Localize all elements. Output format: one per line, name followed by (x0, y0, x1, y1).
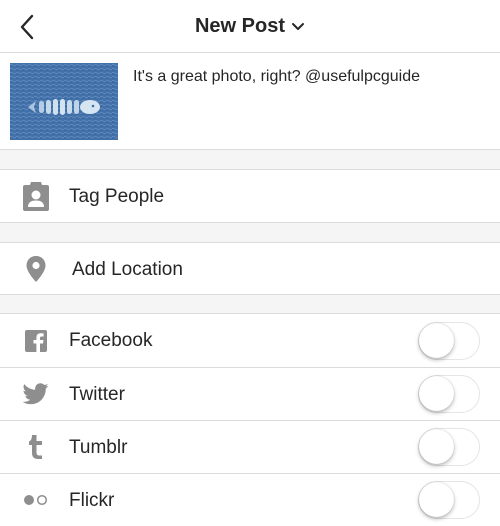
share-row-flickr: Flickr (0, 474, 500, 526)
add-location-row[interactable]: Add Location (0, 243, 500, 294)
toggle-knob (419, 482, 454, 517)
facebook-icon (20, 325, 52, 357)
section-gap (0, 150, 500, 169)
top-bar: New Post (0, 0, 500, 53)
twitter-icon (20, 378, 52, 410)
facebook-label: Facebook (69, 330, 153, 351)
section-gap (0, 223, 500, 242)
add-location-label: Add Location (72, 259, 183, 280)
tag-person-icon (20, 180, 52, 212)
tag-people-row[interactable]: Tag People (0, 170, 500, 222)
tumblr-toggle[interactable] (418, 428, 480, 466)
toggle-knob (419, 429, 454, 464)
section-gap (0, 295, 500, 313)
title-dropdown[interactable]: New Post (0, 0, 500, 53)
location-pin-icon (20, 253, 52, 285)
twitter-label: Twitter (69, 384, 125, 405)
toggle-knob (419, 323, 454, 358)
tag-people-label: Tag People (69, 186, 165, 207)
share-row-twitter: Twitter (0, 368, 500, 420)
post-caption[interactable]: It's a great photo, right? @usefulpcguid… (133, 68, 420, 86)
post-preview: It's a great photo, right? @usefulpcguid… (0, 53, 500, 150)
photo-thumbnail[interactable] (10, 63, 118, 140)
flickr-icon (20, 484, 52, 516)
facebook-toggle[interactable] (418, 322, 480, 360)
share-row-tumblr: Tumblr (0, 421, 500, 473)
twitter-toggle[interactable] (418, 375, 480, 413)
share-row-facebook: Facebook (0, 314, 500, 367)
tumblr-label: Tumblr (69, 437, 128, 458)
tumblr-icon (20, 431, 52, 463)
flickr-label: Flickr (69, 490, 115, 511)
page-title: New Post (194, 15, 286, 37)
chevron-down-icon (292, 22, 305, 30)
flickr-toggle[interactable] (418, 481, 480, 519)
toggle-knob (419, 376, 454, 411)
